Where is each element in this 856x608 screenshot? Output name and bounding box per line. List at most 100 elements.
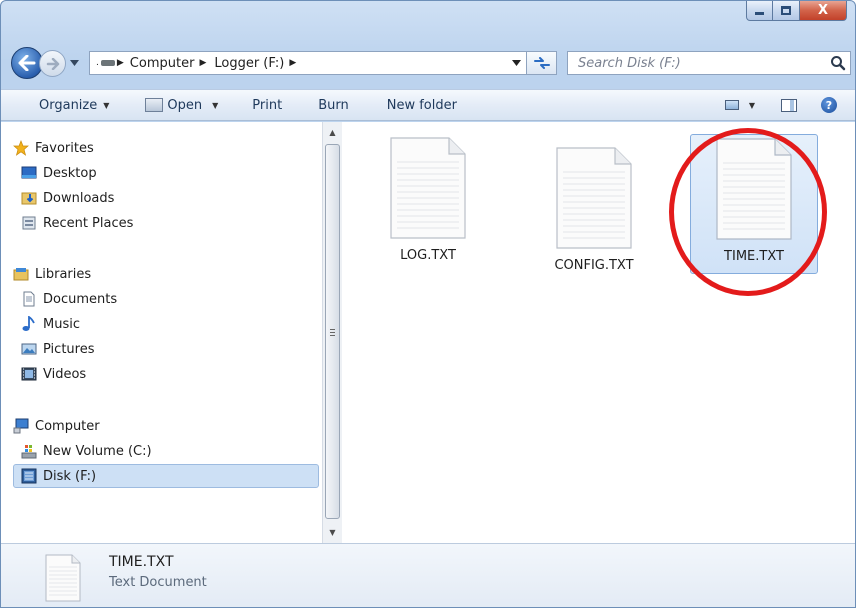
nav-new-volume-c[interactable]: New Volume (C:) (1, 439, 322, 463)
star-icon (13, 140, 29, 156)
caption-buttons: X (746, 1, 847, 21)
search-box[interactable]: Search Disk (F:) (567, 51, 851, 75)
music-note-icon (22, 316, 35, 331)
nav-label: Computer (35, 418, 100, 434)
recent-pages-dropdown[interactable] (67, 56, 81, 70)
nav-documents[interactable]: Documents (1, 287, 322, 311)
details-pane: TIME.TXT Text Document (1, 543, 855, 607)
nav-recent-places[interactable]: Recent Places (1, 211, 322, 235)
breadcrumb-label: Logger (F:) (214, 55, 285, 71)
view-icon (724, 100, 739, 110)
open-button[interactable]: Open ▼ (143, 98, 220, 113)
nav-downloads[interactable]: Downloads (1, 186, 322, 210)
back-arrow-icon (18, 55, 36, 71)
change-view-button[interactable]: ▼ (723, 100, 757, 110)
new-folder-label: New folder (386, 97, 457, 113)
grip-icon (330, 329, 335, 336)
search-icon[interactable] (830, 55, 846, 71)
nav-music[interactable]: Music (1, 312, 322, 336)
file-item[interactable]: LOG.TXT (364, 136, 492, 263)
minimize-button[interactable] (746, 1, 773, 21)
file-item-selected[interactable]: TIME.TXT (690, 134, 818, 274)
close-icon: X (817, 3, 829, 18)
nav-label: Disk (F:) (43, 468, 97, 484)
refresh-button[interactable] (527, 51, 557, 75)
nav-label: Libraries (35, 266, 92, 282)
address-row: . ▶ Computer ▶ Logger (F:) ▶ Search Disk… (1, 47, 855, 81)
scroll-thumb[interactable] (325, 144, 340, 519)
file-name: LOG.TXT (400, 248, 456, 263)
breadcrumb-separator-icon[interactable]: ▶ (289, 58, 296, 68)
nav-libraries[interactable]: Libraries (1, 262, 322, 286)
windows-drive-icon (21, 445, 37, 459)
forward-arrow-icon (46, 57, 59, 70)
file-item[interactable]: CONFIG.TXT (530, 146, 658, 273)
refresh-icon (533, 57, 550, 69)
chevron-down-icon: ▼ (212, 100, 219, 110)
main-area: Favorites Desktop Downloads Recent Place… (1, 122, 855, 543)
burn-label: Burn (318, 97, 349, 113)
chevron-down-icon (69, 60, 79, 66)
documents-icon (23, 291, 35, 307)
command-bar: Organize ▼ Open ▼ Print Burn New folder … (1, 89, 855, 121)
preview-pane-button[interactable] (779, 98, 799, 112)
forward-button[interactable] (39, 50, 66, 77)
text-document-icon (556, 147, 632, 249)
computer-icon (13, 418, 29, 434)
help-button[interactable]: ? (819, 97, 839, 113)
scroll-down-button[interactable]: ▼ (323, 524, 342, 541)
scroll-up-button[interactable]: ▲ (323, 124, 342, 141)
print-button[interactable]: Print (250, 98, 284, 113)
nav-desktop[interactable]: Desktop (1, 161, 322, 185)
breadcrumb-separator-icon[interactable]: ▶ (117, 58, 124, 68)
open-label: Open (167, 97, 203, 113)
organize-label: Organize (39, 97, 98, 113)
drive-icon (100, 60, 115, 66)
print-label: Print (252, 97, 283, 113)
details-file-name: TIME.TXT (109, 554, 174, 570)
chevron-down-icon: ▼ (103, 100, 110, 110)
nav-pictures[interactable]: Pictures (1, 337, 322, 361)
help-icon: ? (821, 97, 837, 113)
breadcrumb-separator-icon[interactable]: ▶ (199, 58, 206, 68)
pictures-icon (21, 343, 37, 355)
toolbar-right-group: ▼ ? (723, 90, 855, 120)
nav-label: New Volume (C:) (43, 443, 152, 459)
close-button[interactable]: X (800, 1, 847, 21)
nav-computer[interactable]: Computer (1, 414, 322, 438)
breadcrumb-computer[interactable]: Computer ▶ (130, 56, 207, 71)
nav-videos[interactable]: Videos (1, 362, 322, 386)
maximize-button[interactable] (773, 1, 800, 21)
nav-label: Desktop (43, 165, 97, 181)
open-icon (145, 98, 164, 112)
file-list-pane: LOG.TXT CONFIG.TXT TIME.TXT (342, 122, 855, 543)
breadcrumb-label: Computer (129, 55, 195, 71)
chevron-down-icon: ▼ (748, 100, 755, 110)
navigation-pane: Favorites Desktop Downloads Recent Place… (1, 122, 322, 543)
address-bar[interactable]: . ▶ Computer ▶ Logger (F:) ▶ (89, 51, 527, 75)
organize-button[interactable]: Organize ▼ (37, 98, 111, 113)
nav-scrollbar[interactable]: ▲ ▼ (322, 122, 342, 543)
text-document-icon (716, 138, 792, 240)
address-overflow-icon[interactable]: . (96, 58, 99, 68)
nav-label: Documents (43, 291, 118, 307)
file-name: TIME.TXT (724, 249, 784, 264)
recent-places-icon (22, 216, 36, 230)
minimize-icon (755, 12, 764, 15)
search-input[interactable]: Search Disk (F:) (578, 56, 681, 71)
burn-button[interactable]: Burn (316, 98, 351, 113)
address-dropdown[interactable] (506, 52, 526, 74)
downloads-folder-icon (21, 192, 37, 205)
desktop-icon (21, 166, 37, 179)
file-name: CONFIG.TXT (554, 258, 634, 273)
new-folder-button[interactable]: New folder (385, 98, 459, 113)
nav-label: Pictures (43, 341, 95, 357)
preview-pane-icon (781, 98, 797, 112)
nav-favorites[interactable]: Favorites (1, 136, 322, 160)
nav-label: Videos (43, 366, 87, 382)
nav-disk-f[interactable]: Disk (F:) (13, 464, 319, 488)
chevron-down-icon (511, 60, 521, 66)
nav-label: Recent Places (43, 215, 134, 231)
text-document-icon (45, 554, 81, 602)
breadcrumb-logger[interactable]: Logger (F:) ▶ (214, 56, 296, 71)
